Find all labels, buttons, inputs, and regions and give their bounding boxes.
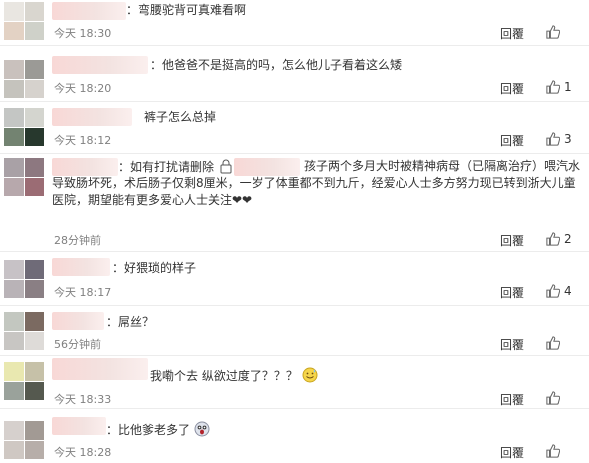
comment-item: ：他爸爸不是挺高的吗，怎么他儿子看着这么矮 今天 18:20 回覆 1 bbox=[0, 46, 589, 102]
reply-button[interactable]: 回覆 bbox=[500, 25, 524, 42]
thumbs-up-icon bbox=[546, 232, 560, 246]
like-count: 3 bbox=[564, 132, 572, 146]
avatar[interactable] bbox=[4, 260, 44, 298]
comment-item: ：弯腰驼背可真难看啊 今天 18:30 回覆 bbox=[0, 0, 589, 46]
thumbs-up-icon bbox=[546, 284, 560, 298]
comment-time: 今天 18:33 bbox=[54, 393, 112, 406]
thumbs-up-icon bbox=[546, 444, 560, 458]
comment-body: 我嘞个去 纵欲过度了？？？ bbox=[150, 367, 318, 385]
comment-time: 今天 18:30 bbox=[54, 27, 112, 40]
comment-text: ：屌丝？ bbox=[106, 315, 155, 329]
comment-text: ：好猥琐的样子 bbox=[112, 261, 197, 275]
comment-item: ：好猥琐的样子 今天 18:17 回覆 4 bbox=[0, 252, 589, 306]
reply-button[interactable]: 回覆 bbox=[500, 284, 524, 301]
avatar[interactable] bbox=[4, 60, 44, 98]
comment-time: 今天 18:17 bbox=[54, 286, 112, 299]
reply-button[interactable]: 回覆 bbox=[500, 444, 524, 461]
comment-text: 裤子怎么总掉 bbox=[144, 110, 217, 124]
comment-body: ：比他爹老多了 bbox=[106, 421, 210, 439]
comment-time: 56分钟前 bbox=[54, 338, 101, 351]
comment-item: 裤子怎么总掉 今天 18:12 回覆 3 bbox=[0, 102, 589, 154]
like-button[interactable]: 3 bbox=[546, 132, 572, 146]
like-count: 2 bbox=[564, 232, 572, 246]
username-blurred[interactable] bbox=[52, 358, 148, 380]
comment-list: ：弯腰驼背可真难看啊 今天 18:30 回覆 ：他爸爸不是挺高的吗，怎么他儿子看… bbox=[0, 0, 589, 463]
comment-text: ：他爸爸不是挺高的吗，怎么他儿子看着这么矮 bbox=[150, 58, 403, 72]
avatar[interactable] bbox=[4, 2, 44, 40]
like-button[interactable] bbox=[546, 336, 564, 350]
like-button[interactable]: 4 bbox=[546, 284, 572, 298]
comment-item: ：比他爹老多了 今天 18:28 回覆 bbox=[0, 409, 589, 463]
reply-button[interactable]: 回覆 bbox=[500, 132, 524, 149]
avatar[interactable] bbox=[4, 312, 44, 350]
like-button[interactable]: 1 bbox=[546, 80, 572, 94]
reply-button[interactable]: 回覆 bbox=[500, 336, 524, 353]
comment-item: ：如有打扰请删除 孩子两个多月大时被精神病母（已隔离治疗）喂汽水导致肠坏死，术后… bbox=[0, 154, 589, 252]
comment-text: ：比他爹老多了 bbox=[106, 423, 191, 437]
username-blurred[interactable] bbox=[52, 56, 148, 74]
sweat-smile-emoji-icon bbox=[302, 367, 318, 383]
thumbs-up-icon bbox=[546, 80, 560, 94]
comment-text: 我嘞个去 纵欲过度了？？？ bbox=[150, 369, 298, 383]
avatar[interactable] bbox=[4, 421, 44, 459]
like-button[interactable] bbox=[546, 444, 564, 458]
like-button[interactable]: 2 bbox=[546, 232, 572, 246]
username-blurred[interactable] bbox=[52, 258, 110, 276]
comment-item: ：屌丝？ 56分钟前 回覆 bbox=[0, 306, 589, 356]
comment-time: 今天 18:28 bbox=[54, 446, 112, 459]
thumbs-up-icon bbox=[546, 25, 560, 39]
reply-button[interactable]: 回覆 bbox=[500, 391, 524, 408]
avatar[interactable] bbox=[4, 108, 44, 146]
comment-time: 28分钟前 bbox=[54, 234, 101, 247]
avatar[interactable] bbox=[4, 158, 44, 196]
username-blurred[interactable] bbox=[52, 312, 104, 330]
avatar[interactable] bbox=[4, 362, 44, 400]
username-blurred[interactable] bbox=[52, 417, 106, 435]
comment-time: 今天 18:12 bbox=[54, 134, 112, 147]
comment-time: 今天 18:20 bbox=[54, 82, 112, 95]
username-blurred[interactable] bbox=[52, 108, 132, 126]
like-button[interactable] bbox=[546, 25, 564, 39]
comment-text: ：弯腰驼背可真难看啊 bbox=[126, 3, 247, 17]
username-blurred[interactable] bbox=[52, 2, 126, 20]
reply-button[interactable]: 回覆 bbox=[500, 232, 524, 249]
comment-item: 我嘞个去 纵欲过度了？？？ 今天 18:33 回覆 bbox=[0, 356, 589, 409]
like-button[interactable] bbox=[546, 391, 564, 405]
scared-emoji-icon bbox=[194, 421, 210, 437]
thumbs-up-icon bbox=[546, 391, 560, 405]
reply-button[interactable]: 回覆 bbox=[500, 80, 524, 97]
comment-text: 孩子两个多月大时被精神病母（已隔离治疗）喂汽水导致肠坏死，术后肠子仅剩8厘米，一… bbox=[52, 159, 581, 207]
thumbs-up-icon bbox=[546, 336, 560, 350]
like-count: 1 bbox=[564, 80, 572, 94]
like-count: 4 bbox=[564, 284, 572, 298]
thumbs-up-icon bbox=[546, 132, 560, 146]
